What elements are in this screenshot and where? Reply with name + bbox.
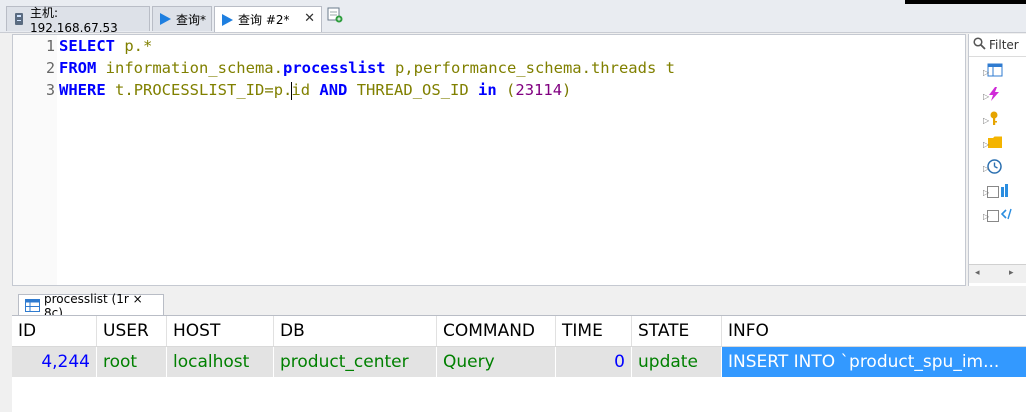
side-item[interactable]: ▷ bbox=[983, 87, 1026, 104]
code-icon bbox=[1000, 207, 1013, 225]
side-item[interactable]: ▷ bbox=[983, 158, 1026, 178]
sql-paren: ( bbox=[506, 81, 516, 99]
sql-column: t bbox=[105, 81, 125, 99]
sql-alias: t bbox=[656, 59, 675, 77]
filter-label: Filter bbox=[989, 38, 1019, 52]
cell-host[interactable]: localhost bbox=[167, 347, 274, 377]
line-number: 2 bbox=[45, 59, 55, 77]
search-icon bbox=[973, 37, 986, 53]
sql-paren: ) bbox=[562, 81, 572, 99]
column-header[interactable]: TIME bbox=[556, 316, 632, 346]
column-header[interactable]: ID bbox=[12, 316, 97, 346]
result-tab[interactable]: processlist (1r × 8c) bbox=[18, 292, 164, 320]
sql-operator: = bbox=[264, 81, 274, 99]
side-item[interactable]: ▷ bbox=[983, 63, 1026, 81]
clock-icon bbox=[987, 158, 1002, 178]
query-play-icon bbox=[158, 12, 172, 26]
sql-dot: . bbox=[273, 59, 283, 77]
tab-query-2[interactable]: 查询 #2* ✕ bbox=[214, 6, 322, 32]
expand-icon[interactable]: ▷ bbox=[983, 116, 989, 125]
query-play-icon bbox=[220, 13, 234, 27]
folder-icon bbox=[987, 135, 1003, 153]
sql-expression: p.* bbox=[115, 37, 153, 55]
expand-icon[interactable]: ▷ bbox=[983, 92, 989, 101]
cell-info[interactable]: INSERT INTO `product_spu_im... bbox=[722, 347, 1026, 377]
tab-query-1[interactable]: 查询* bbox=[152, 6, 212, 31]
sql-schema: performance_schema bbox=[413, 59, 582, 77]
chart-icon bbox=[1001, 183, 1011, 201]
table-icon bbox=[987, 63, 1003, 81]
query-tab-bar: 主机: 192.168.67.53 查询* 查询 #2* ✕ bbox=[0, 0, 1026, 35]
cell-user[interactable]: root bbox=[97, 347, 167, 377]
side-item[interactable]: ▷ bbox=[983, 207, 1026, 225]
sql-keyword: SELECT bbox=[59, 37, 115, 55]
sql-table: threads bbox=[590, 59, 657, 77]
cell-state[interactable]: update bbox=[632, 347, 722, 377]
sql-keyword: FROM bbox=[59, 59, 97, 77]
sql-schema: information_schema bbox=[96, 59, 274, 77]
table-row[interactable]: 4,244 root localhost product_center Quer… bbox=[12, 347, 1026, 377]
tab-query-1-label: 查询* bbox=[176, 12, 207, 27]
sql-table: processlist bbox=[282, 59, 386, 77]
expand-icon[interactable]: ▷ bbox=[983, 164, 989, 173]
horizontal-scrollbar[interactable]: ◂ ▸ bbox=[969, 264, 1026, 283]
sql-editor[interactable]: 1 2 3 SELECT p.* FROM information_schema… bbox=[12, 34, 966, 286]
sql-column: id bbox=[291, 81, 311, 99]
cell-id[interactable]: 4,244 bbox=[12, 347, 97, 377]
tab-query-2-label: 查询 #2* bbox=[238, 13, 290, 27]
scroll-right-icon[interactable]: ▸ bbox=[1009, 268, 1014, 278]
column-header[interactable]: INFO bbox=[722, 316, 1026, 346]
sql-alias: p, bbox=[385, 59, 414, 77]
side-item[interactable]: ▷ bbox=[983, 183, 1026, 201]
cell-time[interactable]: 0 bbox=[556, 347, 632, 377]
sql-keyword: AND bbox=[310, 81, 357, 99]
sql-line-1: SELECT p.* bbox=[59, 37, 152, 55]
results-grid: ID USER HOST DB COMMAND TIME STATE INFO … bbox=[12, 316, 1026, 412]
cell-command[interactable]: Query bbox=[437, 347, 556, 377]
expand-icon[interactable]: ▷ bbox=[983, 212, 989, 221]
sql-dot: . bbox=[581, 59, 591, 77]
side-item[interactable]: ▷ bbox=[983, 135, 1026, 153]
tab-host[interactable]: 主机: 192.168.67.53 bbox=[6, 6, 150, 35]
sql-column: PROCESSLIST_ID bbox=[133, 81, 265, 99]
column-header[interactable]: HOST bbox=[167, 316, 274, 346]
cell-db[interactable]: product_center bbox=[274, 347, 437, 377]
object-panel: Filter ▷ ▷ ▷ ▷ ▷ ▷ ▷ ◂ ▸ bbox=[968, 34, 1026, 286]
column-header[interactable]: USER bbox=[97, 316, 167, 346]
new-query-tab-icon[interactable] bbox=[327, 7, 343, 23]
scroll-left-icon[interactable]: ◂ bbox=[975, 268, 980, 278]
window-edge bbox=[905, 0, 1026, 4]
line-number: 1 bbox=[45, 37, 55, 55]
host-icon bbox=[12, 12, 26, 26]
sql-number: 23114 bbox=[515, 81, 563, 99]
tab-host-label: 主机: 192.168.67.53 bbox=[30, 5, 118, 35]
column-header[interactable]: COMMAND bbox=[437, 316, 556, 346]
expand-icon[interactable]: ▷ bbox=[983, 68, 989, 77]
column-header[interactable]: STATE bbox=[632, 316, 722, 346]
sql-line-3: WHERE t.PROCESSLIST_ID=p.id AND THREAD_O… bbox=[59, 81, 571, 100]
grid-header: ID USER HOST DB COMMAND TIME STATE INFO bbox=[12, 316, 1026, 347]
grid-icon bbox=[25, 299, 40, 312]
close-icon[interactable]: ✕ bbox=[304, 11, 315, 26]
line-number: 3 bbox=[45, 81, 55, 99]
sql-keyword: WHERE bbox=[59, 81, 106, 99]
column-header[interactable]: DB bbox=[274, 316, 437, 346]
sql-alias: p bbox=[273, 81, 284, 99]
expand-icon[interactable]: ▷ bbox=[983, 140, 989, 149]
sql-keyword: in bbox=[468, 81, 507, 99]
sql-column: THREAD_OS_ID bbox=[356, 81, 469, 99]
filter-box[interactable]: Filter bbox=[969, 34, 1026, 57]
sql-line-2: FROM information_schema.processlist p,pe… bbox=[59, 59, 675, 77]
side-item[interactable]: ▷ bbox=[983, 111, 1026, 128]
line-number-gutter: 1 2 3 bbox=[13, 35, 57, 285]
expand-icon[interactable]: ▷ bbox=[983, 188, 989, 197]
sql-dot: . bbox=[124, 81, 134, 99]
